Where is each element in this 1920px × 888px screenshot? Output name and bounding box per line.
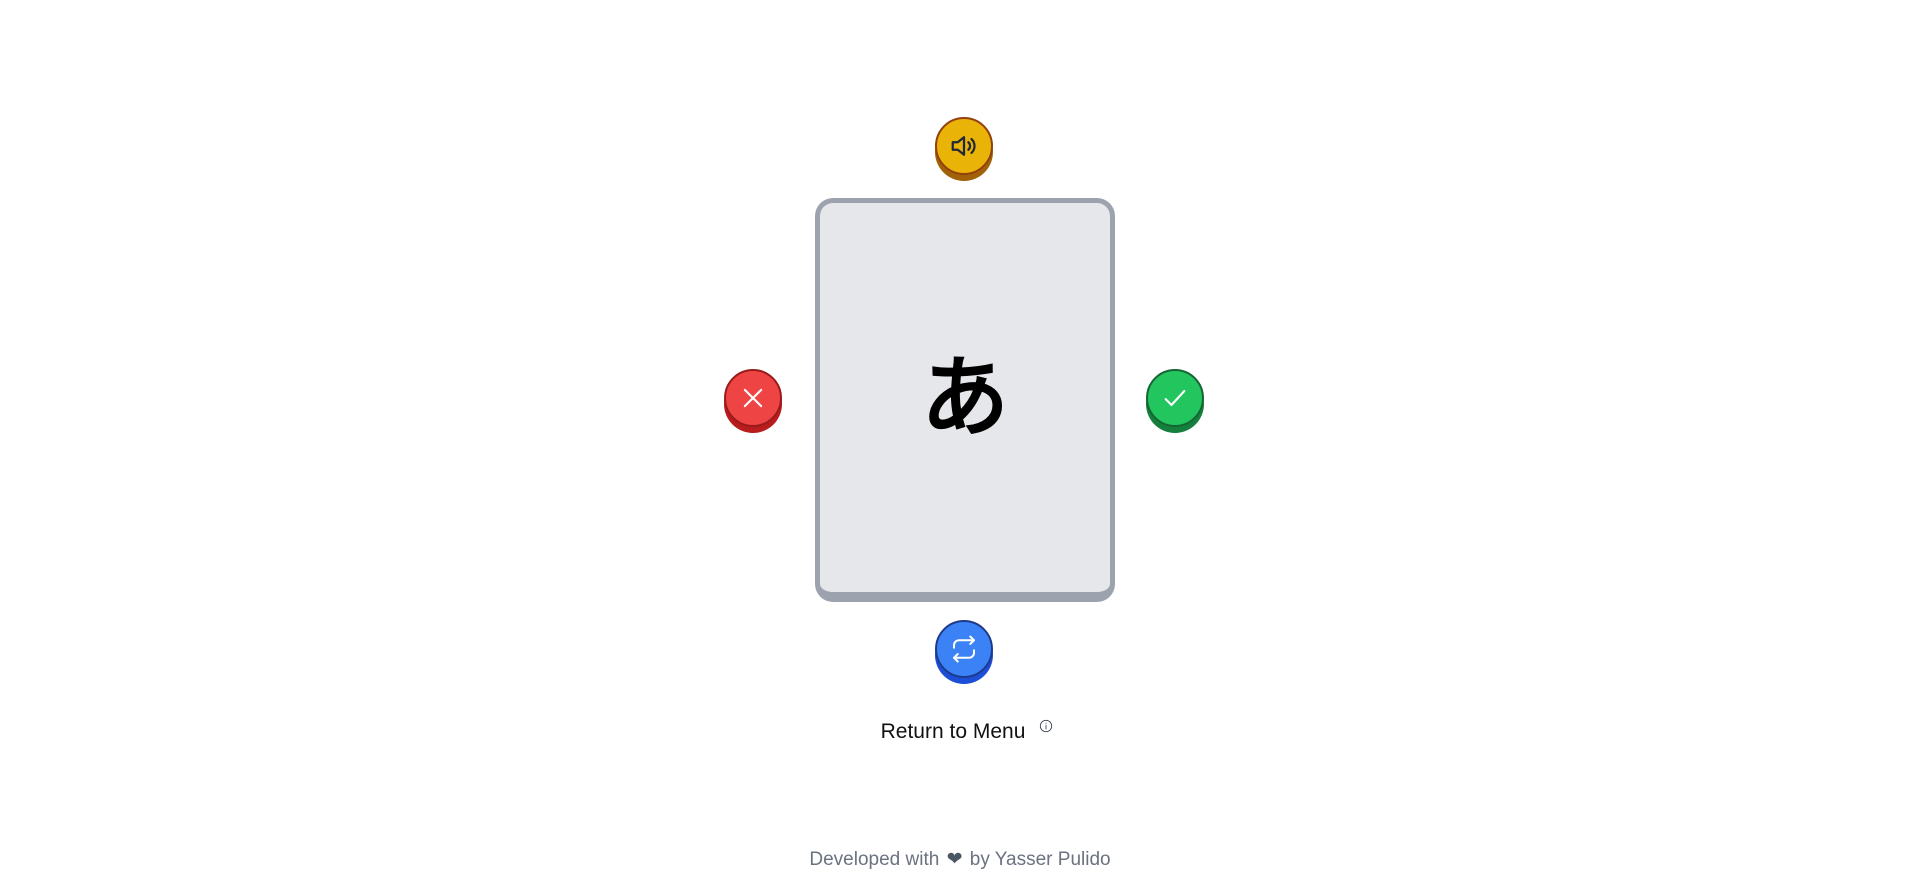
mark-wrong-button[interactable]: [724, 369, 782, 427]
footer-prefix: Developed with: [809, 849, 940, 870]
flip-card-button[interactable]: [935, 620, 993, 678]
mark-correct-button[interactable]: [1146, 369, 1204, 427]
footer-credit: by Yasser Pulido: [969, 849, 1111, 870]
menu-row: Return to Menu: [0, 719, 1920, 744]
x-icon: [743, 388, 763, 408]
return-to-menu-link[interactable]: Return to Menu: [881, 720, 1026, 744]
flashcard-character: あ: [920, 345, 1009, 449]
flashcard[interactable]: あ: [815, 198, 1115, 602]
speaker-icon: [951, 136, 976, 156]
repeat-icon: [953, 635, 975, 663]
heart-icon: ❤: [946, 849, 963, 870]
flashcard-screen: あ Return to Menu Developed with ❤ by Yas…: [0, 0, 1920, 888]
play-audio-button[interactable]: [935, 117, 993, 175]
info-icon[interactable]: [1039, 719, 1053, 733]
check-icon: [1164, 389, 1186, 407]
footer: Developed with ❤ by Yasser Pulido: [0, 848, 1920, 871]
